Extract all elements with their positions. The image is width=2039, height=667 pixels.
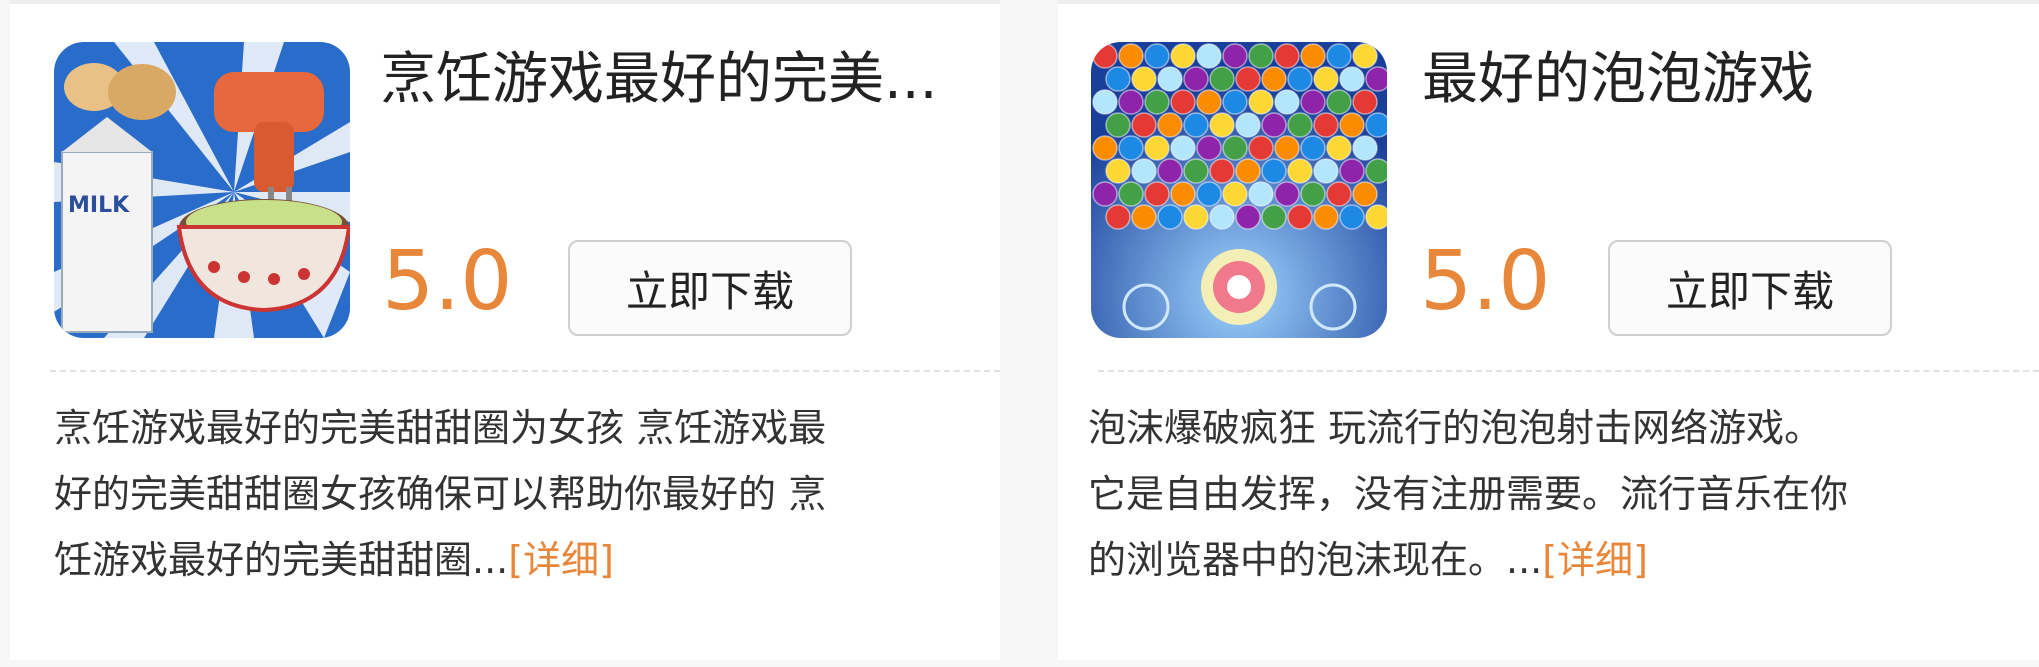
app-description: 烹饪游戏最好的完美甜甜圈为女孩 烹饪游戏最 好的完美甜甜圈女孩确保可以帮助你最好… [54,395,1004,593]
app-list: MILK 烹饪游戏最好的完美... 5.0 立即下载 烹饪游戏最好的完美甜甜圈为… [0,0,2039,667]
app-card-cooking[interactable]: MILK 烹饪游戏最好的完美... 5.0 立即下载 烹饪游戏最好的完美甜甜圈为… [10,0,1000,660]
details-link[interactable]: [详细] [1542,538,1648,582]
details-link[interactable]: [详细] [508,538,614,582]
app-description: 泡沫爆破疯狂 玩流行的泡泡射击网络游戏。 它是自由发挥，没有注册需要。流行音乐在… [1088,395,2028,593]
app-card-bubble[interactable]: 最好的泡泡游戏 5.0 立即下载 泡沫爆破疯狂 玩流行的泡泡射击网络游戏。 它是… [1058,0,2039,660]
divider [1098,370,2039,372]
description-text: 的浏览器中的泡沫现在。... [1088,538,1543,582]
description-text: 饪游戏最好的完美甜甜圈... [54,538,509,582]
divider [50,370,1000,372]
description-line: 的浏览器中的泡沫现在。...[详细] [1088,527,2028,593]
description-line: 泡沫爆破疯狂 玩流行的泡泡射击网络游戏。 [1088,406,1823,450]
download-button[interactable]: 立即下载 [568,240,852,336]
milk-carton-label: MILK [68,193,130,218]
description-line: 好的完美甜甜圈女孩确保可以帮助你最好的 烹 [54,472,827,516]
app-title[interactable]: 烹饪游戏最好的完美... [380,40,937,120]
app-rating: 5.0 [1420,234,1551,329]
bubble-game-icon[interactable] [1091,42,1387,338]
app-title[interactable]: 最好的泡泡游戏 [1422,40,1814,120]
description-line: 饪游戏最好的完美甜甜圈...[详细] [54,527,1004,593]
description-line: 烹饪游戏最好的完美甜甜圈为女孩 烹饪游戏最 [54,406,827,450]
app-rating: 5.0 [382,234,513,329]
cooking-game-icon[interactable]: MILK [54,42,350,338]
description-line: 它是自由发挥，没有注册需要。流行音乐在你 [1088,472,1849,516]
download-button[interactable]: 立即下载 [1608,240,1892,336]
